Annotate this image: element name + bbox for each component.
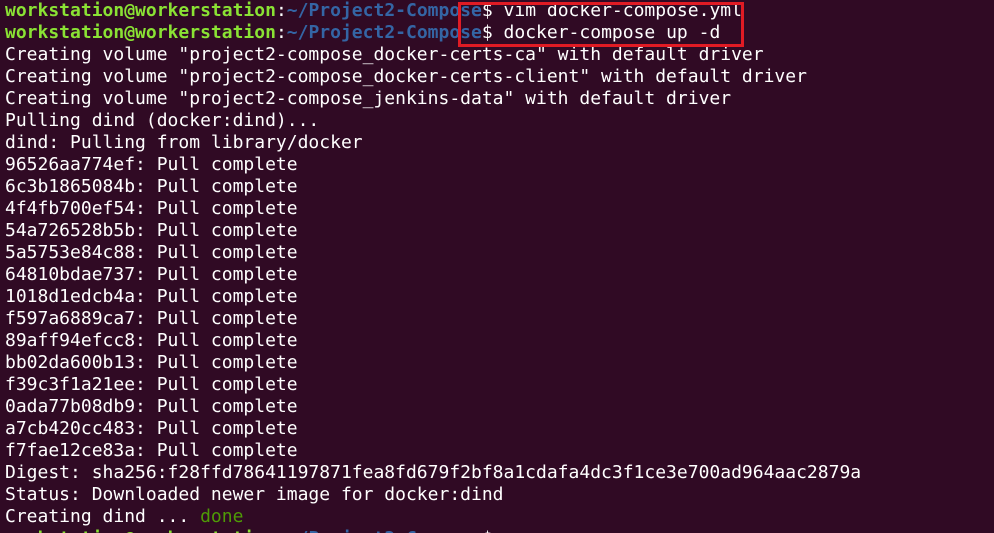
command-text: docker-compose up -d	[492, 22, 721, 43]
output-line: Creating volume "project2-compose_docker…	[5, 44, 764, 65]
output-line: Digest: sha256:f28ffd78641197871fea8fd67…	[5, 462, 862, 483]
output-line: f7fae12ce83a: Pull complete	[5, 440, 298, 461]
prompt-symbol: $	[481, 0, 493, 21]
done-status: done	[200, 506, 244, 527]
output-line: 0ada77b08db9: Pull complete	[5, 396, 298, 417]
output-line: Status: Downloaded newer image for docke…	[5, 484, 504, 505]
output-line: f39c3f1a21ee: Pull complete	[5, 374, 298, 395]
output-line: 54a726528b5b: Pull complete	[5, 220, 298, 241]
output-line: 1018d1edcb4a: Pull complete	[5, 286, 298, 307]
output-line: bb02da600b13: Pull complete	[5, 352, 298, 373]
output-line: f597a6889ca7: Pull complete	[5, 308, 298, 329]
prompt-path: ~/Project2-Compose	[286, 22, 482, 43]
output-line: 6c3b1865084b: Pull complete	[5, 176, 298, 197]
command-output: Creating volume "project2-compose_docker…	[5, 44, 994, 506]
prompt-separator: :	[275, 22, 287, 43]
output-line: 89aff94efcc8: Pull complete	[5, 330, 298, 351]
output-line: 64810bdae737: Pull complete	[5, 264, 298, 285]
output-line: Creating volume "project2-compose_jenkin…	[5, 88, 732, 109]
output-line: 96526aa774ef: Pull complete	[5, 154, 298, 175]
prompt-line-partial: workstation@workerstation:~/Project2-Com…	[5, 528, 994, 533]
prompt-separator: :	[276, 528, 287, 533]
prompt-symbol: $	[482, 528, 493, 533]
prompt-user-host: workstation@workerstation	[5, 528, 276, 533]
prompt-line-1: workstation@workerstation:~/Project2-Com…	[5, 0, 994, 22]
output-line: a7cb420cc483: Pull complete	[5, 418, 298, 439]
prompt-line-2: workstation@workerstation:~/Project2-Com…	[5, 22, 994, 44]
prompt-user-host: workstation@workerstation	[5, 22, 276, 43]
creating-dind-line: Creating dind ... done	[5, 506, 994, 528]
prompt-symbol: $	[481, 22, 493, 43]
output-line: Pulling dind (docker:dind)...	[5, 110, 320, 131]
output-line: Creating volume "project2-compose_docker…	[5, 66, 807, 87]
command-text: vim docker-compose.yml	[492, 0, 742, 21]
output-line: dind: Pulling from library/docker	[5, 132, 363, 153]
prompt-user-host: workstation@workerstation	[5, 0, 276, 21]
prompt-path: ~/Project2-Compose	[286, 0, 482, 21]
terminal-window[interactable]: workstation@workerstation:~/Project2-Com…	[0, 0, 994, 533]
output-line: 5a5753e84c88: Pull complete	[5, 242, 298, 263]
prompt-separator: :	[275, 0, 287, 21]
creating-dind-text: Creating dind ...	[5, 506, 201, 527]
output-line: 4f4fb700ef54: Pull complete	[5, 198, 298, 219]
prompt-path: ~/Project2-Compose	[287, 528, 482, 533]
